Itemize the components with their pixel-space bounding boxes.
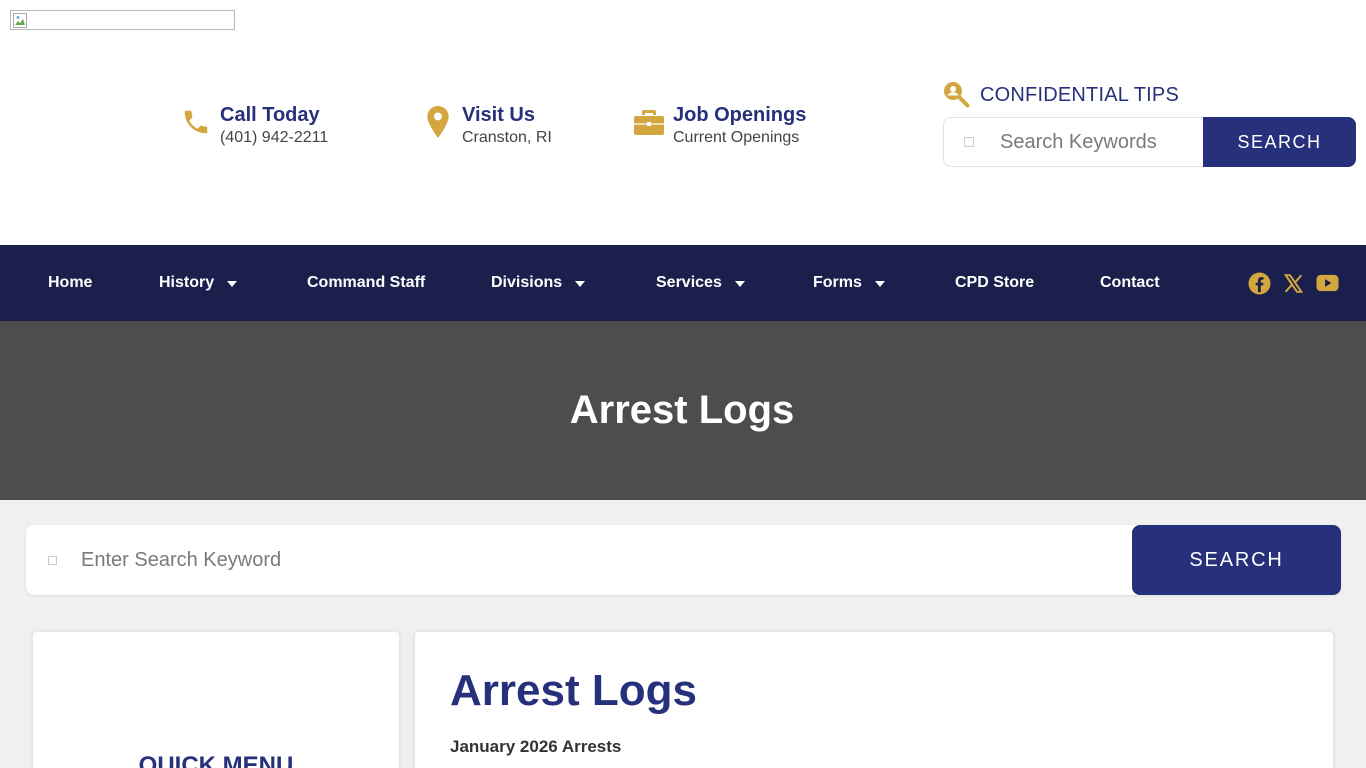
quick-menu-heading: QUICK MENU (138, 752, 294, 768)
header-search-placeholder: Search Keywords (1000, 130, 1157, 153)
current-openings-link[interactable]: Current Openings (673, 127, 806, 149)
broken-image-icon (13, 13, 27, 28)
visit-us-block[interactable]: Visit Us Cranston, RI (422, 104, 552, 149)
map-pin-icon (422, 106, 454, 138)
facebook-link[interactable] (1248, 245, 1271, 321)
briefcase-icon (633, 106, 665, 138)
call-today-title[interactable]: Call Today (220, 104, 328, 126)
search-icon (964, 137, 974, 147)
nav-item-services[interactable]: Services (656, 245, 745, 321)
facebook-icon (1248, 271, 1271, 295)
content-card: Arrest Logs January 2026 Arrests (415, 632, 1333, 768)
nav-item-contact[interactable]: Contact (1100, 245, 1160, 321)
confidential-tips-link[interactable]: CONFIDENTIAL TIPS (942, 80, 1179, 110)
caret-down-icon (874, 281, 885, 287)
header-search-button[interactable]: SEARCH (1203, 117, 1356, 167)
page-title: Arrest Logs (450, 666, 697, 715)
job-openings-title[interactable]: Job Openings (673, 104, 806, 126)
keyword-search-input[interactable]: Enter Search Keyword (26, 525, 1132, 595)
keyword-search-placeholder: Enter Search Keyword (81, 548, 282, 571)
youtube-link[interactable] (1316, 245, 1339, 321)
quick-menu-card: QUICK MENU (33, 632, 399, 768)
page-hero-banner: Arrest Logs (0, 321, 1366, 500)
site-logo[interactable] (10, 10, 235, 30)
header-search: Search Keywords SEARCH (943, 117, 1356, 167)
nav-item-history[interactable]: History (159, 245, 238, 321)
caret-down-icon (227, 281, 238, 287)
section-subtitle: January 2026 Arrests (450, 737, 622, 756)
tips-search-icon (944, 82, 970, 108)
nav-item-home[interactable]: Home (48, 245, 92, 321)
x-twitter-icon (1283, 273, 1304, 293)
header-search-input[interactable]: Search Keywords (943, 117, 1203, 167)
phone-number[interactable]: (401) 942-2211 (220, 127, 328, 149)
visit-us-title[interactable]: Visit Us (462, 104, 552, 126)
x-twitter-link[interactable] (1283, 245, 1304, 321)
hero-title: Arrest Logs (569, 388, 795, 432)
main-navigation: Home History Command Staff Divisions Ser… (0, 245, 1366, 321)
caret-down-icon (734, 281, 745, 287)
call-today-block[interactable]: Call Today (401) 942-2211 (180, 104, 328, 149)
caret-down-icon (575, 281, 586, 287)
youtube-icon (1316, 274, 1339, 292)
keyword-search-button[interactable]: SEARCH (1132, 525, 1341, 595)
nav-item-divisions[interactable]: Divisions (491, 245, 586, 321)
nav-item-cpd-store[interactable]: CPD Store (955, 245, 1034, 321)
confidential-tips-label: CONFIDENTIAL TIPS (980, 83, 1179, 106)
search-icon (48, 555, 57, 565)
job-openings-block[interactable]: Job Openings Current Openings (633, 104, 806, 149)
nav-item-forms[interactable]: Forms (813, 245, 885, 321)
keyword-search-bar: Enter Search Keyword SEARCH (26, 525, 1341, 595)
phone-icon (180, 106, 212, 138)
location-text[interactable]: Cranston, RI (462, 127, 552, 149)
nav-item-command-staff[interactable]: Command Staff (307, 245, 425, 321)
